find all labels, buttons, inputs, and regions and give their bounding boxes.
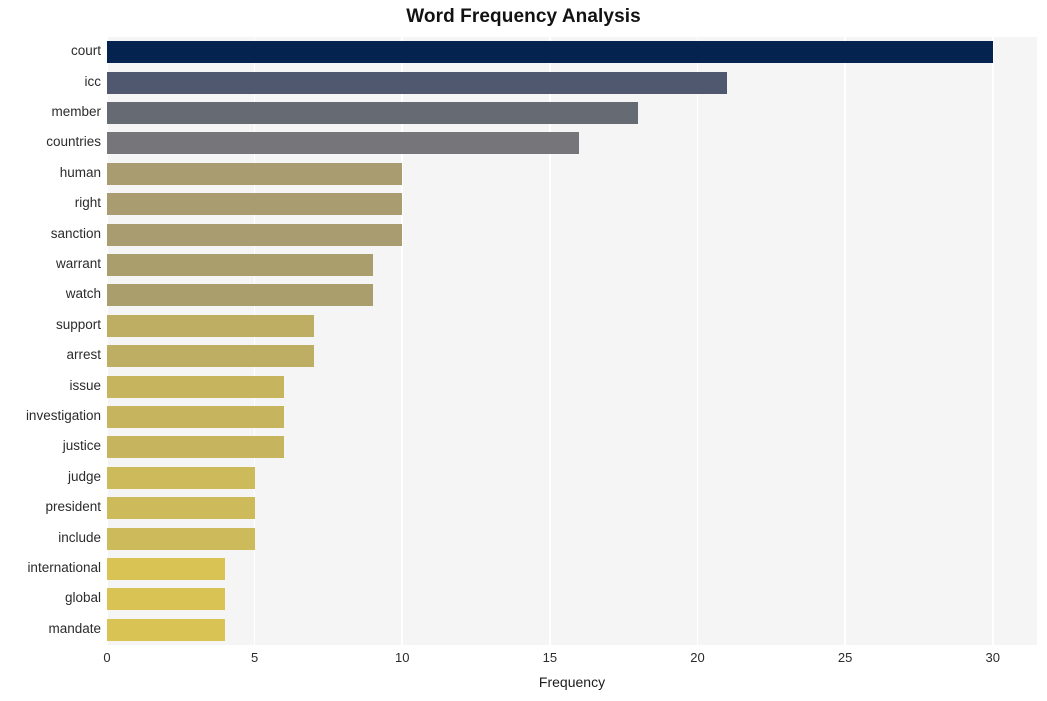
y-tick-label-mandate: mandate	[48, 620, 101, 636]
y-axis-tick-labels: court icc member countries human right sanctio…	[0, 37, 101, 645]
bar-international[interactable]	[107, 558, 226, 580]
bar-row	[107, 618, 1037, 641]
y-tick-label-watch: watch	[65, 286, 101, 302]
bar-row	[107, 254, 1037, 276]
x-tick-label-5: 5	[250, 650, 259, 665]
bar-global[interactable]	[107, 588, 226, 611]
x-tick-label-20: 20	[690, 650, 705, 665]
bar-mandate[interactable]	[107, 618, 226, 641]
plot-area	[106, 37, 1037, 645]
y-tick-label-issue: issue	[69, 377, 101, 393]
y-tick-label-global: global	[64, 590, 101, 606]
bar-row	[107, 132, 1037, 155]
bar-arrest[interactable]	[107, 345, 314, 368]
y-tick-label-support: support	[55, 316, 101, 332]
y-tick-label-member: member	[51, 104, 101, 119]
bar-row	[107, 588, 1037, 611]
y-tick-label-justice: justice	[62, 438, 101, 454]
bar-row	[107, 375, 1037, 398]
x-tick-label-25: 25	[837, 650, 853, 665]
y-tick-label-include: include	[58, 529, 101, 545]
x-tick-label-10: 10	[395, 650, 410, 665]
bars-container	[107, 37, 1037, 645]
x-tick-label-0: 0	[103, 650, 111, 665]
bar-icc[interactable]	[107, 71, 727, 94]
bar-row	[107, 284, 1037, 307]
word-frequency-bar-chart: Word Frequency Analysis court icc member co…	[0, 0, 1047, 701]
bar-row	[107, 223, 1037, 246]
bar-human[interactable]	[107, 162, 403, 185]
y-tick-label-human: human	[59, 164, 101, 180]
bar-watch[interactable]	[107, 284, 373, 307]
bar-row	[107, 497, 1037, 520]
x-tick-label-30: 30	[985, 650, 1000, 665]
bar-investigation[interactable]	[107, 406, 285, 428]
bar-support[interactable]	[107, 314, 314, 337]
bar-include[interactable]	[107, 527, 255, 550]
y-tick-label-sanction: sanction	[50, 225, 101, 241]
bar-row	[107, 102, 1037, 124]
y-tick-label-international: international	[27, 560, 101, 575]
y-tick-label-investigation: investigation	[25, 408, 101, 423]
bar-row	[107, 527, 1037, 550]
bar-issue[interactable]	[107, 375, 285, 398]
y-tick-label-court: court	[70, 43, 101, 59]
bar-row	[107, 436, 1037, 459]
bar-sanction[interactable]	[107, 223, 403, 246]
bar-court[interactable]	[107, 41, 993, 64]
bar-justice[interactable]	[107, 436, 285, 459]
bar-row	[107, 406, 1037, 428]
bar-warrant[interactable]	[107, 254, 373, 276]
bar-row	[107, 162, 1037, 185]
x-tick-label-15: 15	[542, 650, 558, 665]
y-tick-label-judge: judge	[67, 468, 101, 484]
y-tick-label-arrest: arrest	[66, 347, 101, 363]
bar-row	[107, 558, 1037, 580]
y-tick-label-icc: icc	[84, 73, 102, 89]
bar-row	[107, 314, 1037, 337]
bar-row	[107, 193, 1037, 216]
bar-countries[interactable]	[107, 132, 580, 155]
y-tick-label-right: right	[74, 195, 101, 211]
bar-row	[107, 41, 1037, 64]
x-axis-tick-labels: 0 5 10 15 20 25 30	[103, 645, 1037, 675]
chart-title: Word Frequency Analysis	[406, 6, 641, 27]
bar-row	[107, 345, 1037, 368]
bar-member[interactable]	[107, 102, 639, 124]
y-tick-label-countries: countries	[46, 134, 101, 150]
bar-row	[107, 71, 1037, 94]
bar-row	[107, 466, 1037, 489]
x-axis-title: Frequency	[538, 674, 606, 690]
y-tick-label-warrant: warrant	[55, 256, 101, 271]
bar-judge[interactable]	[107, 466, 255, 489]
bar-right[interactable]	[107, 193, 403, 216]
bar-president[interactable]	[107, 497, 255, 520]
y-tick-label-president: president	[45, 499, 101, 515]
